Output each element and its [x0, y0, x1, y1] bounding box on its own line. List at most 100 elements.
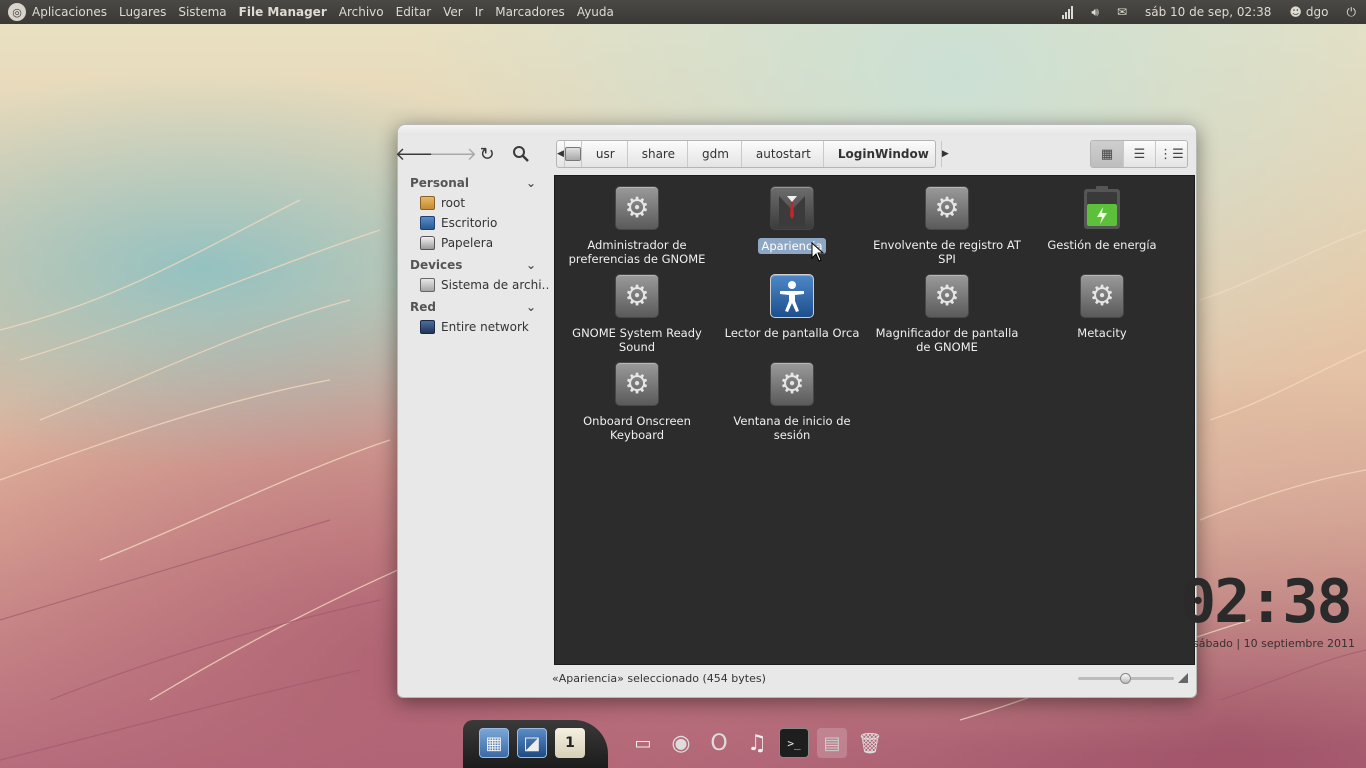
compact-view-icon[interactable]: ⋮☰	[1155, 141, 1187, 167]
menu-ver[interactable]: Ver	[443, 5, 463, 19]
desktop-icon[interactable]: ◪	[517, 728, 547, 758]
sidebar-item-label: Entire network	[441, 320, 529, 334]
indicator-area: 🔊︎ ✉ sáb 10 de sep, 02:38 ☻ dgo ⏻	[1053, 0, 1366, 24]
trash-icon[interactable]: 🗑︎	[855, 728, 885, 758]
mouse-pointer-icon	[811, 242, 825, 262]
sidebar-item-label: Escritorio	[441, 216, 498, 230]
sidebar-section-title: Personal	[410, 176, 469, 190]
power-icon[interactable]: ⏻	[1347, 5, 1357, 20]
path-segment[interactable]: usr	[580, 141, 627, 167]
list-view-icon[interactable]: ☰	[1123, 141, 1155, 167]
sidebar-item-root[interactable]: root	[398, 193, 548, 213]
volume-icon[interactable]: 🔊︎	[1091, 5, 1099, 20]
file-item[interactable]: Lector de pantalla Orca	[717, 274, 867, 340]
forward-arrow-icon[interactable]: 🡒	[429, 140, 477, 168]
screen-icon[interactable]: ▭	[628, 728, 658, 758]
sidebar-item-filesystem[interactable]: Sistema de archi…	[398, 275, 548, 295]
sidebar-item-label: Sistema de archi…	[441, 278, 548, 292]
sidebar-section-devices[interactable]: Devices ⌄	[398, 255, 548, 275]
path-segment[interactable]: share	[626, 141, 687, 167]
terminal-icon[interactable]: >_	[779, 728, 809, 758]
menu-sistema[interactable]: Sistema	[178, 5, 226, 19]
path-scroll-left-icon[interactable]: ◀	[557, 141, 564, 167]
signal-icon[interactable]	[1062, 5, 1074, 19]
desktop-icon	[420, 216, 435, 230]
file-label: Metacity	[1077, 326, 1127, 340]
window-titlebar[interactable]	[398, 125, 1196, 135]
sidebar-section-title: Devices	[410, 258, 463, 272]
path-segment[interactable]: gdm	[686, 141, 741, 167]
filesystem-icon	[420, 278, 435, 292]
home-folder-icon	[420, 196, 435, 210]
dock: ▦ ◪ 1 ▭ ◉ O ♫ >_ ▤ 🗑︎	[463, 720, 903, 768]
search-icon[interactable]	[506, 140, 536, 168]
status-bar: «Apariencia» seleccionado (454 bytes)	[398, 669, 1196, 687]
desktop-clock-date: sábado | 10 septiembre 2011	[1193, 637, 1355, 650]
file-item[interactable]: ⚙ Onboard Onscreen Keyboard	[562, 362, 712, 442]
gear-icon: ⚙	[615, 186, 659, 230]
file-item[interactable]: ⚙ Metacity	[1027, 274, 1177, 340]
username-label[interactable]: dgo	[1306, 5, 1329, 19]
gear-icon: ⚙	[1080, 274, 1124, 318]
battery-icon	[1080, 186, 1124, 230]
file-label: Gestión de energía	[1047, 238, 1157, 252]
file-label: Administrador de preferencias de GNOME	[568, 238, 706, 266]
sidebar-item-label: root	[441, 196, 466, 210]
mail-icon[interactable]: ✉	[1117, 5, 1127, 19]
sidebar-item-papelera[interactable]: Papelera	[398, 233, 548, 253]
workspaces-icon[interactable]: ▦	[479, 728, 509, 758]
datetime-indicator[interactable]: sáb 10 de sep, 02:38	[1145, 5, 1271, 19]
file-item-selected[interactable]: Apariencia	[717, 186, 867, 254]
file-label: Onboard Onscreen Keyboard	[583, 414, 691, 442]
menu-ayuda[interactable]: Ayuda	[577, 5, 614, 19]
sidebar-section-personal[interactable]: Personal ⌄	[398, 173, 548, 193]
view-switcher: ▦ ☰ ⋮☰	[1090, 140, 1188, 168]
file-item[interactable]: ⚙ GNOME System Ready Sound	[562, 274, 712, 354]
accessibility-icon	[770, 274, 814, 318]
gear-icon: ⚙	[770, 362, 814, 406]
file-item[interactable]: Gestión de energía	[1027, 186, 1177, 252]
sidebar-item-network[interactable]: Entire network	[398, 317, 548, 337]
calendar-icon[interactable]: 1	[555, 728, 585, 758]
app-name-file-manager: File Manager	[238, 5, 327, 19]
user-icon[interactable]: ☻	[1289, 5, 1302, 19]
files-icon[interactable]: ▤	[817, 728, 847, 758]
chevron-down-icon[interactable]: ⌄	[526, 300, 536, 314]
sidebar-section-red[interactable]: Red ⌄	[398, 297, 548, 317]
menu-marcadores[interactable]: Marcadores	[495, 5, 565, 19]
file-label: Magnificador de pantalla de GNOME	[875, 326, 1019, 354]
sidebar-item-label: Papelera	[441, 236, 494, 250]
path-segment[interactable]: autostart	[740, 141, 823, 167]
zoom-knob[interactable]	[1120, 673, 1131, 684]
places-sidebar: Personal ⌄ root Escritorio Papelera Devi…	[398, 173, 548, 667]
file-label: Ventana de inicio de sesión	[733, 414, 851, 442]
menu-ir[interactable]: Ir	[475, 5, 483, 19]
chrome-icon[interactable]: ◉	[666, 728, 696, 758]
menu-archivo[interactable]: Archivo	[339, 5, 384, 19]
gear-icon: ⚙	[615, 362, 659, 406]
opera-icon[interactable]: O	[704, 728, 734, 758]
file-item[interactable]: ⚙ Envolvente de registro AT SPI	[872, 186, 1022, 266]
menu-lugares[interactable]: Lugares	[119, 5, 166, 19]
chevron-down-icon[interactable]: ⌄	[526, 258, 536, 272]
music-icon[interactable]: ♫	[742, 728, 772, 758]
path-root-drive[interactable]	[563, 141, 581, 167]
file-item[interactable]: ⚙ Magnificador de pantalla de GNOME	[872, 274, 1022, 354]
reload-icon[interactable]: ↻	[472, 140, 502, 168]
sidebar-section-title: Red	[410, 300, 436, 314]
file-icon-view[interactable]: ⚙ Administrador de preferencias de GNOME…	[554, 175, 1195, 665]
file-item[interactable]: ⚙ Ventana de inicio de sesión	[717, 362, 867, 442]
menu-editar[interactable]: Editar	[396, 5, 432, 19]
path-scroll-right-icon[interactable]: ▶	[940, 141, 949, 167]
ubuntu-logo-icon[interactable]: ◎	[8, 3, 26, 21]
toolbar: 🡐 🡒 ↻ ◀ usr share gdm autostart LoginWin…	[395, 135, 1196, 173]
file-item[interactable]: ⚙ Administrador de preferencias de GNOME	[562, 186, 712, 266]
icon-view-icon[interactable]: ▦	[1091, 141, 1123, 167]
path-segment-current[interactable]: LoginWindow	[822, 141, 941, 167]
sidebar-item-escritorio[interactable]: Escritorio	[398, 213, 548, 233]
menu-aplicaciones[interactable]: Aplicaciones	[32, 5, 107, 19]
resize-grip-icon[interactable]	[1178, 673, 1188, 683]
chevron-down-icon[interactable]: ⌄	[526, 176, 536, 190]
zoom-slider[interactable]	[1078, 673, 1188, 684]
suit-icon	[770, 186, 814, 230]
